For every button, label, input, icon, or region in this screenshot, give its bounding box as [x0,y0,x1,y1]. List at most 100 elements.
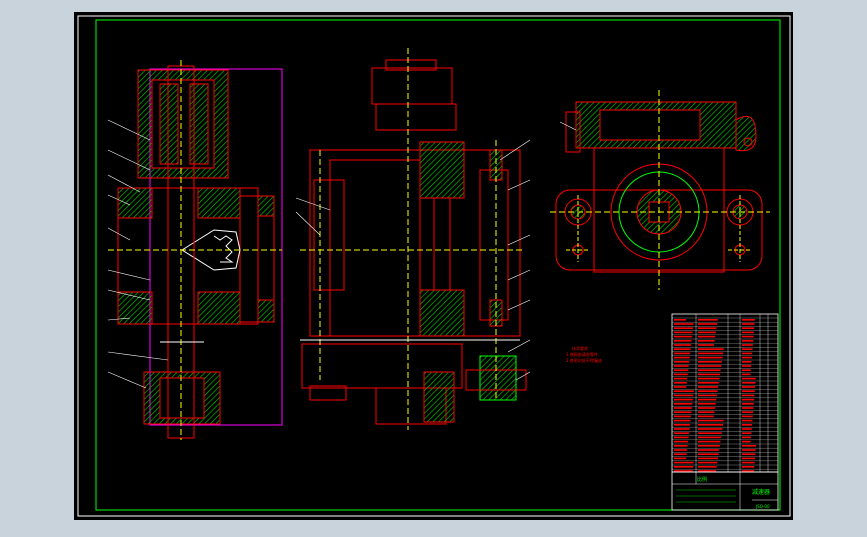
parts-row-entry [674,419,691,422]
parts-row-entry [674,335,693,338]
parts-row-entry [742,373,751,376]
parts-row-entry [674,323,694,325]
parts-row-entry [742,340,754,342]
parts-row-entry [742,323,755,325]
parts-row-entry [742,361,752,363]
title-sheet-label: 比例 [697,476,707,483]
parts-row-entry [674,340,692,342]
parts-row-entry [742,398,755,401]
parts-row-entry [698,436,722,439]
parts-row-entry [698,411,715,413]
parts-row-entry [674,386,687,388]
parts-row-entry [698,453,719,455]
parts-row-entry [698,424,723,426]
parts-row-entry [698,344,715,346]
title-drawing-no: JSQ-00 [755,504,770,509]
parts-row-entry [674,449,688,451]
parts-row-entry [674,445,688,447]
parts-row-entry [698,352,724,355]
title-drawing-name: 减速器 [752,488,770,496]
parts-row-entry [674,457,687,460]
parts-row-entry [698,373,721,376]
parts-row-entry [742,470,754,472]
parts-row-entry [698,432,722,434]
parts-row-entry [698,356,723,359]
parts-row-entry [674,348,691,350]
parts-row-entry [742,327,755,329]
parts-row-entry [742,436,752,439]
parts-row-entry [742,403,754,405]
parts-row-entry [698,365,722,367]
parts-row-entry [742,356,752,359]
parts-row-entry [674,361,690,363]
parts-row-entry [742,369,751,371]
parts-row-entry [674,424,690,426]
parts-row-entry [742,365,752,367]
parts-row-entry [742,449,756,451]
parts-row-entry [674,470,693,472]
parts-row-entry [742,390,755,392]
parts-row-entry [674,344,692,346]
cad-viewport[interactable]: 技术要求 1.装配前清洗零件 2.各密封处不得漏油 比例 减速器 JSQ-00 [0,0,867,533]
parts-row-entry [698,449,720,451]
parts-row-entry [742,394,755,397]
parts-row-entry [674,373,688,376]
parts-row-entry [674,415,691,418]
parts-row-entry [674,428,690,430]
parts-row-entry [698,386,719,388]
parts-row-entry [698,445,720,447]
parts-row-entry [698,428,723,430]
parts-row-entry [674,403,693,405]
parts-row-entry [698,394,717,397]
parts-row-entry [742,445,756,447]
parts-row-entry [698,331,716,334]
parts-row-entry [742,344,753,346]
parts-row-entry [742,382,756,384]
parts-row-entry [742,432,752,434]
drawing-canvas[interactable]: 技术要求 1.装配前清洗零件 2.各密封处不得漏油 比例 减速器 JSQ-00 [0,0,867,533]
parts-row-entry [698,327,717,329]
parts-row-entry [742,348,753,350]
parts-row-entry [698,323,718,325]
parts-row-entry [742,331,754,334]
parts-row-entry [742,415,753,418]
parts-row-entry [742,440,751,443]
parts-row-entry [674,377,688,380]
parts-row-entry [674,411,692,413]
parts-row-entry [742,386,756,388]
parts-row-entry [674,319,686,321]
parts-row-entry [698,403,716,405]
parts-row-entry [742,335,754,338]
parts-row-entry [698,319,718,321]
note-line-1: 1.装配前清洗零件 [566,351,598,357]
parts-row-entry [674,398,693,401]
parts-row-entry [698,419,724,422]
parts-row-entry [742,457,755,460]
parts-row-entry [742,453,756,455]
parts-row-entry [698,377,720,380]
parts-row-entry [742,461,755,464]
parts-row-entry [674,407,692,409]
parts-row-entry [674,461,694,464]
parts-row-entry [674,466,694,468]
parts-row-entry [698,382,719,384]
parts-row-entry [674,352,691,355]
lower-gear [479,355,517,401]
parts-row-entry [742,377,756,380]
parts-row-entry [698,407,716,409]
parts-row-entry [674,394,694,397]
note-title: 技术要求 [572,345,588,351]
parts-row-entry [674,453,687,455]
parts-row-entry [674,440,689,443]
parts-row-entry [742,428,752,430]
parts-row-entry [698,440,721,443]
parts-row-entry [674,365,689,367]
parts-row-entry [674,390,694,392]
parts-row-entry [742,352,753,355]
parts-row-entry [698,457,718,460]
parts-row-entry [742,407,754,409]
parts-row-entry [698,466,717,468]
parts-row-entry [698,470,717,472]
parts-row-entry [698,461,718,464]
parts-row-entry [742,419,753,422]
